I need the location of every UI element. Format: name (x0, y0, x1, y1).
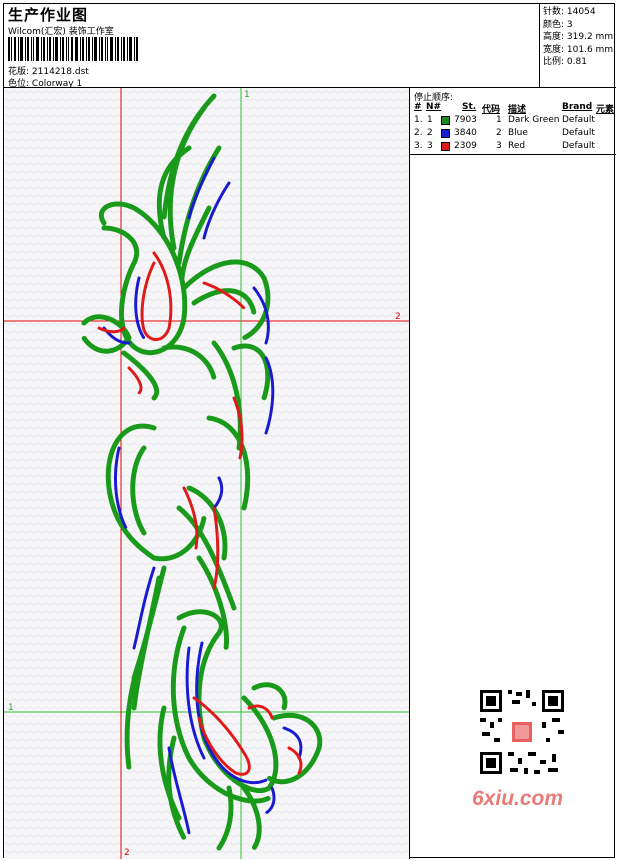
col-index: # (414, 102, 422, 112)
col-stitches: St. (462, 102, 477, 112)
studio-name: Wilcom(汇宏) 装饰工作室 (8, 27, 114, 37)
embroidery-preview: 2 1 1 2 (4, 88, 409, 859)
col-element: 元素 (596, 105, 615, 115)
qr-code-icon (472, 682, 572, 782)
stitch-count: 针数: 14054 (543, 7, 596, 17)
guide-label-v2: 2 (124, 848, 130, 858)
table-row: 2. 2 3840 2 Blue Default (414, 128, 595, 138)
guide-label-h2: 2 (395, 312, 401, 322)
embroidery-canvas: 2 1 1 2 (4, 88, 410, 859)
color-swatch (441, 129, 450, 138)
design-stats: 针数: 14054 颜色: 3 高度: 319.2 mm 宽度: 101.6 m… (540, 4, 616, 88)
sheet-header: 生产作业图 Wilcom(汇宏) 装饰工作室 花版: 2114218.dst 色… (4, 4, 540, 89)
design-width: 宽度: 101.6 mm (543, 44, 614, 55)
color-count: 颜色: 3 (543, 19, 573, 30)
col-description: 描述 (508, 105, 527, 115)
table-row: 1. 1 7903 1 Dark Green Default (414, 115, 595, 125)
guide-label-v1: 1 (244, 90, 250, 100)
color-swatch (441, 142, 450, 151)
col-number: N# (426, 102, 442, 112)
col-code: 代码 (482, 105, 501, 115)
guide-label-h1: 1 (8, 703, 14, 713)
barcode-icon (8, 37, 138, 61)
design-scale: 比例: 0.81 (543, 57, 587, 67)
stop-sequence-header: # N# St. 代码 描述 Brand 元素 (410, 102, 616, 115)
table-row: 3. 3 2309 3 Red Default (414, 141, 595, 151)
design-height: 高度: 319.2 mm (543, 32, 614, 42)
color-swatch (441, 116, 450, 125)
watermark: 6xiu.com (472, 787, 564, 810)
col-brand: Brand (562, 102, 593, 112)
page-title: 生产作业图 (8, 6, 89, 24)
panel-divider (410, 154, 616, 155)
